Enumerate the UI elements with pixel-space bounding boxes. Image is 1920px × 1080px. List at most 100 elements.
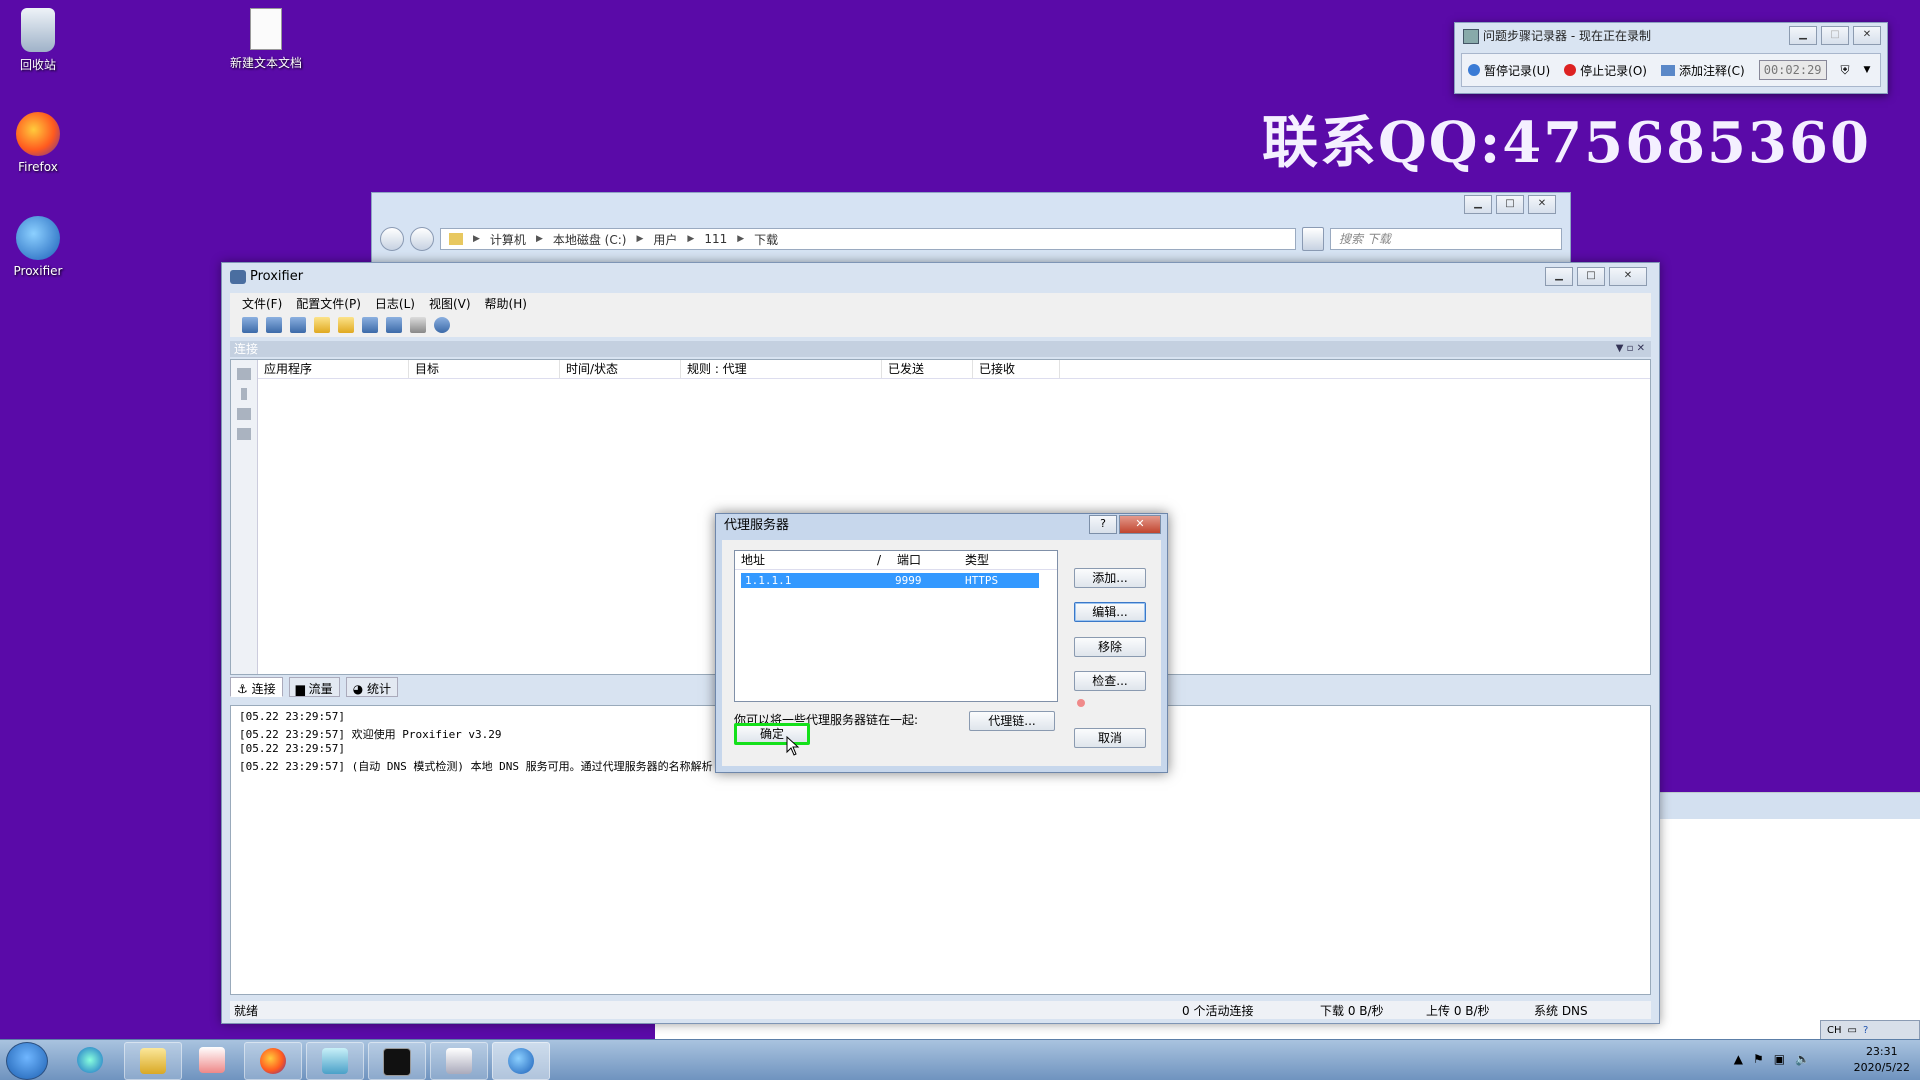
print-icon[interactable] (410, 317, 426, 333)
column-header[interactable]: 地址 (735, 551, 871, 569)
maximize-icon[interactable]: □ (1821, 26, 1849, 45)
pause-record-button[interactable]: 暂停记录(U) (1468, 62, 1550, 79)
add-button[interactable]: 添加... (1074, 568, 1146, 588)
tab-statistics[interactable]: ◕ 统计 (345, 677, 399, 697)
connections-icon: ⚓ (237, 682, 248, 696)
stop-icon (1564, 64, 1577, 76)
help-icon[interactable]: ? (1089, 515, 1117, 534)
steps-recorder-window[interactable]: 问题步骤记录器 - 现在正在录制 ▁ □ ✕ 暂停记录(U) 停止记录(O) 添… (1454, 22, 1888, 94)
status-upload: 上传 0 B/秒 (1426, 1003, 1490, 1018)
proxification-rules-icon[interactable] (266, 317, 282, 333)
column-header[interactable]: 目标 (409, 360, 560, 378)
taskbar-cmd[interactable] (368, 1042, 426, 1080)
back-button[interactable] (380, 227, 404, 251)
expand-icon[interactable] (241, 388, 247, 400)
close-connection-icon[interactable] (237, 408, 251, 420)
open-profile-icon[interactable] (338, 317, 354, 333)
export-icon[interactable] (386, 317, 402, 333)
tab-connections[interactable]: ⚓ 连接 (230, 677, 283, 697)
taskbar-notepad[interactable] (306, 1042, 364, 1080)
edit-button[interactable]: 编辑... (1074, 602, 1146, 622)
list-view-icon[interactable] (237, 368, 251, 380)
status-ready: 就绪 (234, 1003, 259, 1018)
minimize-icon[interactable]: ▁ (1464, 195, 1492, 214)
taskbar-explorer[interactable] (124, 1042, 182, 1080)
column-header[interactable]: 端口 (891, 551, 959, 569)
details-icon[interactable] (237, 428, 251, 440)
save-icon[interactable] (362, 317, 378, 333)
close-icon[interactable]: ✕ (1853, 26, 1881, 45)
proxy-list[interactable]: 地址 / 端口 类型 1.1.1.1 9999 HTTPS (734, 550, 1058, 702)
maximize-icon[interactable]: □ (1577, 267, 1605, 286)
language-bar[interactable]: CH ▭ ? (1820, 1020, 1920, 1040)
taskbar-ie[interactable] (62, 1042, 118, 1078)
clock[interactable]: 23:31 2020/5/22 (1854, 1044, 1910, 1076)
column-header[interactable]: 应用程序 (258, 360, 409, 378)
stop-record-button[interactable]: 停止记录(O) (1564, 62, 1647, 79)
taskbar-steps-recorder[interactable] (430, 1042, 488, 1080)
shield-icon[interactable]: ⛨ (1841, 63, 1850, 78)
chevron-down-icon[interactable]: ▼ (1864, 65, 1871, 75)
taskbar-firefox[interactable] (244, 1042, 302, 1080)
column-header[interactable]: 时间/状态 (560, 360, 681, 378)
taskbar-proxifier[interactable] (492, 1042, 550, 1080)
breadcrumb-item[interactable]: 计算机 (490, 231, 526, 248)
help-icon[interactable]: ? (1863, 1025, 1868, 1036)
close-icon[interactable]: ✕ (1119, 515, 1161, 534)
column-header[interactable]: 已接收 (973, 360, 1060, 378)
column-header[interactable]: 已发送 (882, 360, 973, 378)
volume-icon[interactable]: 🔈 (1795, 1052, 1810, 1066)
desktop-icon-text-file[interactable]: 新建文本文档 (221, 8, 311, 71)
breadcrumb-item[interactable]: 用户 (653, 231, 677, 248)
taskbar-media-player[interactable] (184, 1042, 240, 1078)
remove-button[interactable]: 移除 (1074, 637, 1146, 657)
pause-icon (1468, 64, 1480, 76)
network-icon[interactable]: ▣ (1774, 1052, 1785, 1066)
desktop-icon-recycle-bin[interactable]: 回收站 (0, 8, 83, 73)
search-input[interactable]: 搜索 下载 (1330, 228, 1562, 250)
minimize-icon[interactable]: ▁ (1789, 26, 1817, 45)
check-button[interactable]: 检查... (1074, 671, 1146, 691)
breadcrumb-item[interactable]: 本地磁盘 (C:) (553, 231, 627, 248)
proxy-chain-button[interactable]: 代理链... (969, 711, 1055, 731)
menu-view[interactable]: 视图(V) (429, 295, 471, 312)
help-icon[interactable] (434, 317, 450, 333)
proxy-row[interactable]: 1.1.1.1 9999 HTTPS (741, 573, 1039, 588)
desktop-icon-proxifier[interactable]: Proxifier (0, 216, 83, 278)
menu-file[interactable]: 文件(F) (242, 295, 282, 312)
tab-traffic[interactable]: ▆ 流量 (288, 677, 340, 697)
forward-button[interactable] (410, 227, 434, 251)
show-hidden-icons[interactable]: ▲ (1734, 1052, 1743, 1066)
firefox-icon (260, 1048, 286, 1074)
proxy-servers-icon[interactable] (242, 317, 258, 333)
ie-icon (77, 1047, 103, 1073)
name-resolution-icon[interactable] (290, 317, 306, 333)
minimize-icon[interactable]: ▁ (1545, 267, 1573, 286)
comment-icon (1660, 64, 1675, 76)
menu-log[interactable]: 日志(L) (375, 295, 415, 312)
desktop-icon-firefox[interactable]: Firefox (0, 112, 83, 174)
flag-icon[interactable]: ⚑ (1753, 1052, 1764, 1066)
proxy-servers-dialog[interactable]: 代理服务器 ? ✕ 地址 / 端口 类型 1.1.1.1 9999 HTTPS … (715, 513, 1168, 773)
column-header[interactable]: 规则 : 代理 (681, 360, 882, 378)
maximize-icon[interactable]: □ (1496, 195, 1524, 214)
menu-profile[interactable]: 配置文件(P) (296, 295, 361, 312)
close-icon[interactable]: ✕ (1609, 267, 1647, 286)
status-active-connections: 0 个活动连接 (1182, 1003, 1254, 1018)
column-header[interactable]: 类型 (959, 551, 1025, 569)
breadcrumb-item[interactable]: 下载 (754, 231, 778, 248)
cmd-icon (383, 1048, 411, 1076)
address-bar[interactable]: ▶ 计算机 ▶ 本地磁盘 (C:) ▶ 用户 ▶ 111 ▶ 下载 (440, 228, 1296, 250)
panel-controls[interactable]: ▼ ▫ ✕ (1616, 341, 1645, 357)
start-button[interactable] (6, 1042, 48, 1080)
add-comment-button[interactable]: 添加注释(C) (1660, 62, 1745, 79)
refresh-button[interactable] (1302, 227, 1324, 251)
recycle-bin-icon (21, 8, 55, 52)
cancel-button[interactable]: 取消 (1074, 728, 1146, 748)
recorder-icon (446, 1048, 472, 1074)
close-icon[interactable]: ✕ (1528, 195, 1556, 214)
connections-panel-header: 连接 ▼ ▫ ✕ (230, 341, 1651, 357)
menu-help[interactable]: 帮助(H) (485, 295, 527, 312)
new-profile-icon[interactable] (314, 317, 330, 333)
breadcrumb-item[interactable]: 111 (704, 232, 727, 246)
